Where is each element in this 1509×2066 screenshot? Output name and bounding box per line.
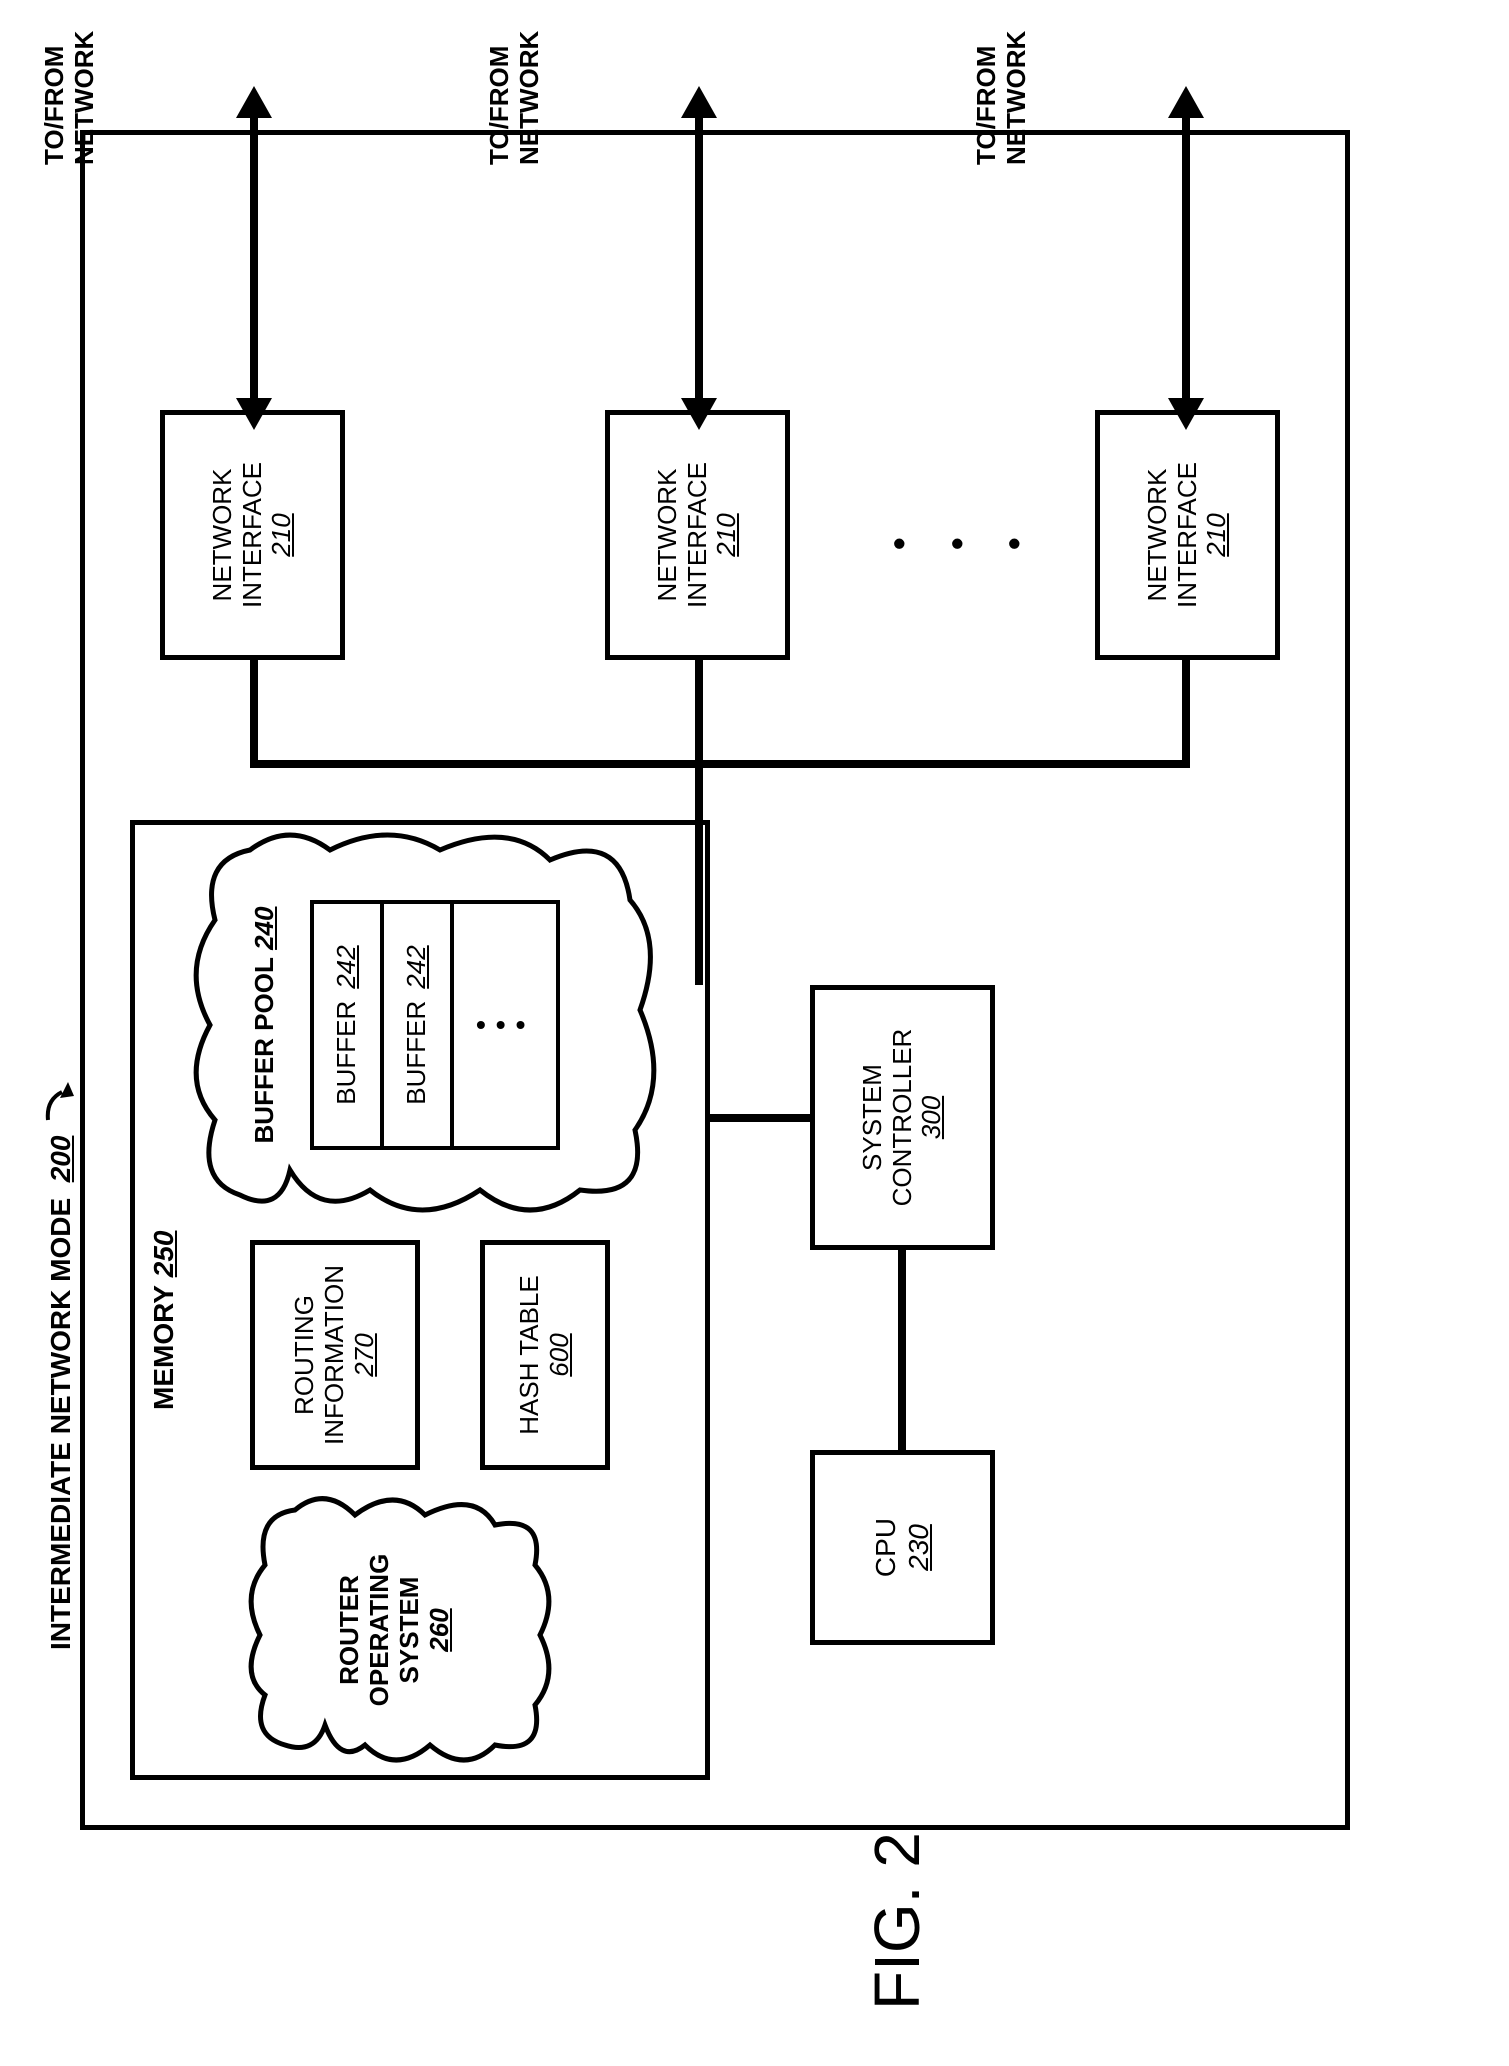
buffer-ellipsis: ••• — [476, 1009, 535, 1041]
net-label-1: TO/FROMNETWORK — [40, 31, 100, 165]
figure-caption: FIG. 2 — [860, 1832, 934, 2010]
nif-ellipsis: ••• — [870, 527, 1043, 550]
network-interface-1: NETWORKINTERFACE210 — [160, 410, 345, 660]
buffer-stack: BUFFER242 BUFFER242 ••• — [310, 900, 560, 1150]
system-controller-box: SYSTEM CONTROLLER 300 — [810, 985, 995, 1250]
network-interface-3: NETWORKINTERFACE210 — [1095, 410, 1280, 660]
net-label-3: TO/FROMNETWORK — [972, 31, 1032, 165]
diagram-title: INTERMEDIATE NETWORK MODE 200 — [40, 1088, 77, 1650]
cpu-box: CPU 230 — [810, 1450, 995, 1645]
hash-table-box: HASH TABLE 600 — [480, 1240, 610, 1470]
routing-info-box: ROUTING INFORMATION 270 — [250, 1240, 420, 1470]
buffer-pool-cloud: BUFFER POOL 240 BUFFER242 BUFFER242 ••• — [190, 830, 660, 1220]
memory-label: MEMORY 250 — [148, 1231, 180, 1410]
buffer-row-2: BUFFER242 — [384, 904, 454, 1146]
buffer-row-1: BUFFER242 — [314, 904, 384, 1146]
net-label-2: TO/FROMNETWORK — [485, 31, 545, 165]
router-os-cloud: ROUTER OPERATING SYSTEM 260 — [245, 1495, 555, 1765]
buffer-pool-label: BUFFER POOL 240 — [250, 830, 280, 1220]
network-interface-2: NETWORKINTERFACE210 — [605, 410, 790, 660]
